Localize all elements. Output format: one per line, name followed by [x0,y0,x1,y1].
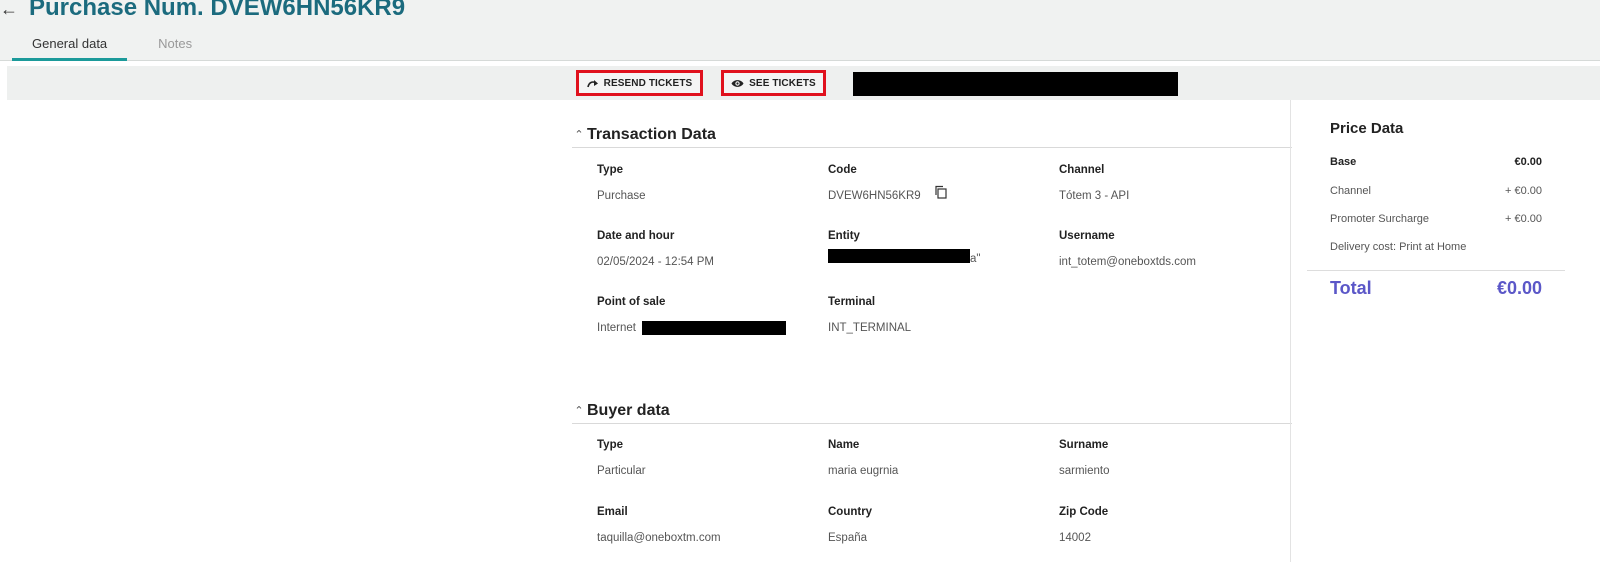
entity-label: Entity [828,230,860,242]
total-value: €0.00 [1496,278,1542,298]
price-row-delivery: Delivery cost: Print at Home [1330,241,1542,253]
name-label: Name [828,439,860,451]
eye-icon [731,79,744,88]
surname-label: Surname [1059,439,1109,451]
base-value: €0.00 [1514,156,1542,168]
point-of-sale-label: Point of sale [597,296,666,308]
chevron-up-icon[interactable]: ⌃ [572,404,586,417]
price-divider [1307,270,1565,271]
type-value: Purchase [597,190,646,202]
forward-arrow-icon [586,79,599,88]
resend-tickets-label: RESEND TICKETS [603,77,693,89]
channel-label: Channel [1059,164,1105,176]
terminal-label: Terminal [828,296,876,308]
base-label: Base [1330,156,1357,168]
transaction-section-header[interactable]: ⌃ Transaction Data [572,122,1292,148]
entity-redacted [828,249,970,263]
see-tickets-button[interactable]: SEE TICKETS [721,70,826,96]
buyer-section-header[interactable]: ⌃ Buyer data [572,398,1292,424]
price-row-total: Total €0.00 [1330,278,1542,299]
promoter-surcharge-value: + €0.00 [1504,213,1542,225]
tab-general-data[interactable]: General data [12,34,128,61]
date-hour-label: Date and hour [597,230,675,242]
delivery-cost-label: Delivery cost: Print at Home [1330,241,1467,253]
type-label: Type [597,164,623,176]
copy-icon[interactable] [934,185,948,199]
promoter-surcharge-label: Promoter Surcharge [1330,213,1430,225]
buyer-type-label: Type [597,439,623,451]
tab-notes[interactable]: Notes [127,34,212,61]
arrow-left-icon[interactable]: ← [0,0,18,21]
buyer-type-value: Particular [597,465,646,477]
price-row-promoter: Promoter Surcharge + €0.00 [1330,213,1542,225]
channel-value: Tótem 3 - API [1059,190,1130,202]
username-label: Username [1059,230,1115,242]
price-data-title: Price Data [1330,120,1404,137]
terminal-value: INT_TERMINAL [828,322,912,334]
tab-bar: General data Notes [12,34,212,61]
code-value: DVEW6HN56KR9 [828,190,921,202]
email-label: Email [597,506,628,518]
actions-toolbar: RESEND TICKETS SEE TICKETS [7,66,1600,100]
price-data-panel: Price Data Base €0.00 Channel + €0.00 Pr… [1290,100,1600,562]
code-label: Code [828,164,857,176]
redacted-block [853,72,1178,96]
page-title: Purchase Num. DVEW6HN56KR9 [29,0,406,21]
country-value: España [828,532,868,544]
transaction-section-title: Transaction Data [587,125,716,143]
pos-redacted [642,321,786,335]
username-value: int_totem@oneboxtds.com [1059,256,1196,268]
date-hour-value: 02/05/2024 - 12:54 PM [597,256,714,268]
see-tickets-label: SEE TICKETS [749,77,816,89]
zip-code-value: 14002 [1059,532,1091,544]
country-label: Country [828,506,873,518]
point-of-sale-value: Internet [597,322,636,334]
price-row-channel: Channel + €0.00 [1330,185,1542,197]
surname-value: sarmiento [1059,465,1110,477]
email-value: taquilla@oneboxtm.com [597,532,721,544]
total-label: Total [1330,278,1372,298]
resend-tickets-button[interactable]: RESEND TICKETS [576,70,703,96]
page-header: ← Purchase Num. DVEW6HN56KR9 General dat… [0,0,1600,61]
name-value: maria eugrnia [828,465,899,477]
entity-value-suffix: a" [970,253,981,265]
channel-price-label: Channel [1330,185,1371,197]
buyer-section-title: Buyer data [587,401,670,419]
zip-code-label: Zip Code [1059,506,1109,518]
chevron-up-icon[interactable]: ⌃ [572,128,586,141]
channel-price-value: + €0.00 [1504,185,1542,197]
price-row-base: Base €0.00 [1330,156,1542,168]
